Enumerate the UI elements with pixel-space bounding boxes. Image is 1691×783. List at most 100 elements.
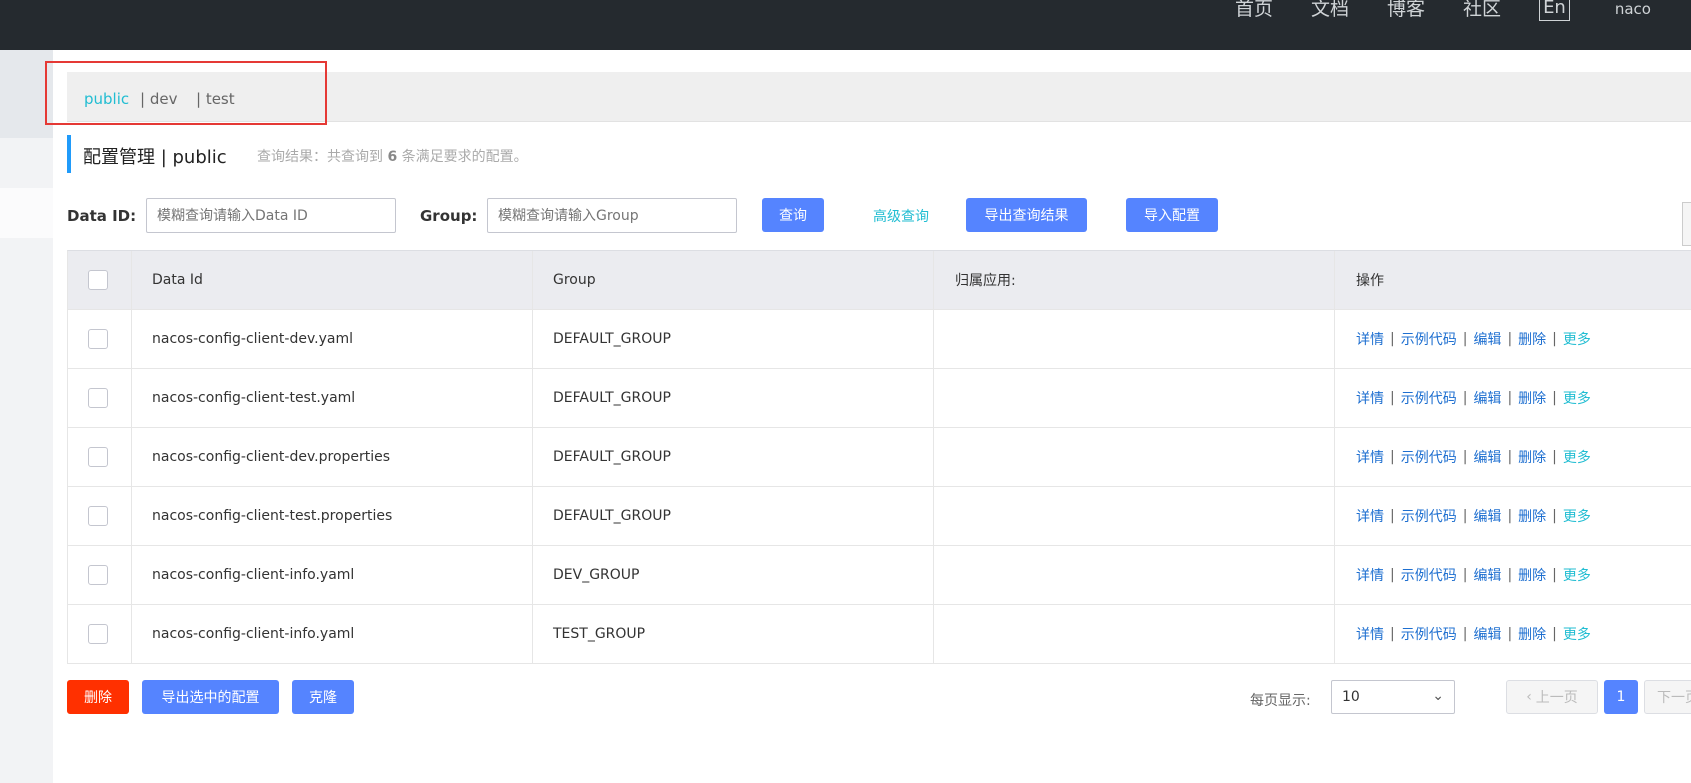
separator: | xyxy=(1390,449,1395,465)
row-checkbox[interactable] xyxy=(88,565,108,585)
sample-code-link[interactable]: 示例代码 xyxy=(1401,565,1457,585)
more-link[interactable]: 更多 xyxy=(1563,329,1591,349)
table-row: nacos-config-client-dev.properties DEFAUL… xyxy=(67,428,1691,487)
sample-code-link[interactable]: 示例代码 xyxy=(1401,329,1457,349)
separator: | xyxy=(1462,508,1468,524)
detail-link[interactable]: 详情 xyxy=(1356,447,1384,467)
separator: | xyxy=(1507,508,1513,524)
delete-link[interactable]: 删除 xyxy=(1518,506,1546,526)
row-checkbox[interactable] xyxy=(88,329,108,349)
advanced-query-link[interactable]: 高级查询 xyxy=(873,206,929,226)
cell-actions: 详情 | 示例代码 | 编辑 | 删除 | 更多 xyxy=(1356,487,1591,545)
row-checkbox[interactable] xyxy=(88,388,108,408)
delete-link[interactable]: 删除 xyxy=(1518,447,1546,467)
cell-actions: 详情 | 示例代码 | 编辑 | 删除 | 更多 xyxy=(1356,310,1591,368)
chevron-down-icon: ⌄ xyxy=(1432,688,1444,704)
table-header-row: Data Id Group 归属应用: 操作 xyxy=(67,250,1691,310)
delete-link[interactable]: 删除 xyxy=(1518,624,1546,644)
table-row: nacos-config-client-info.yaml DEV_GROUP 详情… xyxy=(67,546,1691,605)
row-checkbox[interactable] xyxy=(88,447,108,467)
group-search-input[interactable] xyxy=(487,198,737,233)
page-size-label: 每页显示: xyxy=(1250,693,1311,709)
cell-actions: 详情 | 示例代码 | 编辑 | 删除 | 更多 xyxy=(1356,428,1591,486)
cell-group: DEV_GROUP xyxy=(553,567,640,583)
highlight-box xyxy=(45,61,327,125)
delete-button[interactable]: 删除 xyxy=(67,680,129,714)
separator: | xyxy=(1462,390,1468,406)
more-link[interactable]: 更多 xyxy=(1563,506,1591,526)
detail-link[interactable]: 详情 xyxy=(1356,388,1384,408)
cell-group: DEFAULT_GROUP xyxy=(553,331,671,347)
nav-blog[interactable]: 博客 xyxy=(1387,0,1425,19)
more-link[interactable]: 更多 xyxy=(1563,388,1591,408)
nav-docs[interactable]: 文档 xyxy=(1311,0,1349,19)
edit-link[interactable]: 编辑 xyxy=(1473,329,1501,349)
row-checkbox[interactable] xyxy=(88,624,108,644)
edit-link[interactable]: 编辑 xyxy=(1473,447,1501,467)
cell-group: TEST_GROUP xyxy=(553,626,646,642)
separator: | xyxy=(1462,331,1468,347)
more-link[interactable]: 更多 xyxy=(1563,447,1591,467)
separator: | xyxy=(1507,567,1513,583)
query-result-summary: 查询结果：共查询到 6 条满足要求的配置。 xyxy=(257,146,528,166)
separator: | xyxy=(1552,508,1557,524)
table-row: nacos-config-client-dev.yaml DEFAULT_GROU… xyxy=(67,310,1691,369)
cell-dataid: nacos-config-client-info.yaml xyxy=(152,626,355,642)
language-switch-button[interactable]: En xyxy=(1539,0,1570,21)
edit-link[interactable]: 编辑 xyxy=(1473,506,1501,526)
column-header-app: 归属应用: xyxy=(955,273,1016,289)
sidebar-item[interactable] xyxy=(0,188,53,238)
page-title: 配置管理 | public xyxy=(83,147,227,168)
delete-link[interactable]: 删除 xyxy=(1518,565,1546,585)
table-row: nacos-config-client-test.yaml DEFAULT_GRO… xyxy=(67,369,1691,428)
separator: | xyxy=(1552,567,1557,583)
export-results-button[interactable]: 导出查询结果 xyxy=(966,198,1087,232)
query-button[interactable]: 查询 xyxy=(762,198,824,232)
detail-link[interactable]: 详情 xyxy=(1356,506,1384,526)
import-config-button[interactable]: 导入配置 xyxy=(1126,198,1218,232)
detail-link[interactable]: 详情 xyxy=(1356,565,1384,585)
sample-code-link[interactable]: 示例代码 xyxy=(1401,388,1457,408)
more-link[interactable]: 更多 xyxy=(1563,624,1591,644)
export-selected-button[interactable]: 导出选中的配置 xyxy=(142,680,279,714)
separator: | xyxy=(1462,567,1468,583)
delete-link[interactable]: 删除 xyxy=(1518,329,1546,349)
edit-link[interactable]: 编辑 xyxy=(1473,624,1501,644)
page-number-button[interactable]: 1 xyxy=(1604,680,1638,714)
nav-community[interactable]: 社区 xyxy=(1463,0,1501,19)
group-label: Group: xyxy=(420,207,478,225)
separator: | xyxy=(1390,567,1395,583)
separator: | xyxy=(1552,449,1557,465)
detail-link[interactable]: 详情 xyxy=(1356,329,1384,349)
title-accent xyxy=(67,135,71,173)
delete-link[interactable]: 删除 xyxy=(1518,388,1546,408)
sample-code-link[interactable]: 示例代码 xyxy=(1401,624,1457,644)
edit-link[interactable]: 编辑 xyxy=(1473,565,1501,585)
select-all-checkbox[interactable] xyxy=(88,270,108,290)
detail-link[interactable]: 详情 xyxy=(1356,624,1384,644)
chevron-left-icon: ‹ xyxy=(1526,689,1532,705)
cell-group: DEFAULT_GROUP xyxy=(553,508,671,524)
sample-code-link[interactable]: 示例代码 xyxy=(1401,506,1457,526)
edit-link[interactable]: 编辑 xyxy=(1473,388,1501,408)
clone-button[interactable]: 克隆 xyxy=(292,680,354,714)
page-size-value: 10 xyxy=(1342,689,1360,705)
separator: | xyxy=(1462,626,1468,642)
prev-page-button[interactable]: ‹ 上一页 xyxy=(1506,680,1598,714)
result-count: 6 xyxy=(387,149,398,165)
cell-actions: 详情 | 示例代码 | 编辑 | 删除 | 更多 xyxy=(1356,546,1591,604)
cell-dataid: nacos-config-client-dev.properties xyxy=(152,449,391,465)
dataid-search-input[interactable] xyxy=(146,198,396,233)
more-link[interactable]: 更多 xyxy=(1563,565,1591,585)
table-row: nacos-config-client-info.yaml TEST_GROUP 详… xyxy=(67,605,1691,664)
row-checkbox[interactable] xyxy=(88,506,108,526)
column-header-dataid: Data Id xyxy=(152,272,203,288)
sample-code-link[interactable]: 示例代码 xyxy=(1401,447,1457,467)
page-size-select[interactable]: 10 ⌄ xyxy=(1331,680,1455,714)
next-page-button[interactable]: 下一页 xyxy=(1644,680,1691,714)
cell-group: DEFAULT_GROUP xyxy=(553,449,671,465)
nav-home[interactable]: 首页 xyxy=(1235,0,1273,19)
user-menu[interactable]: naco xyxy=(1615,0,1651,18)
separator: | xyxy=(1507,390,1513,406)
side-drawer-handle[interactable] xyxy=(1682,202,1691,246)
